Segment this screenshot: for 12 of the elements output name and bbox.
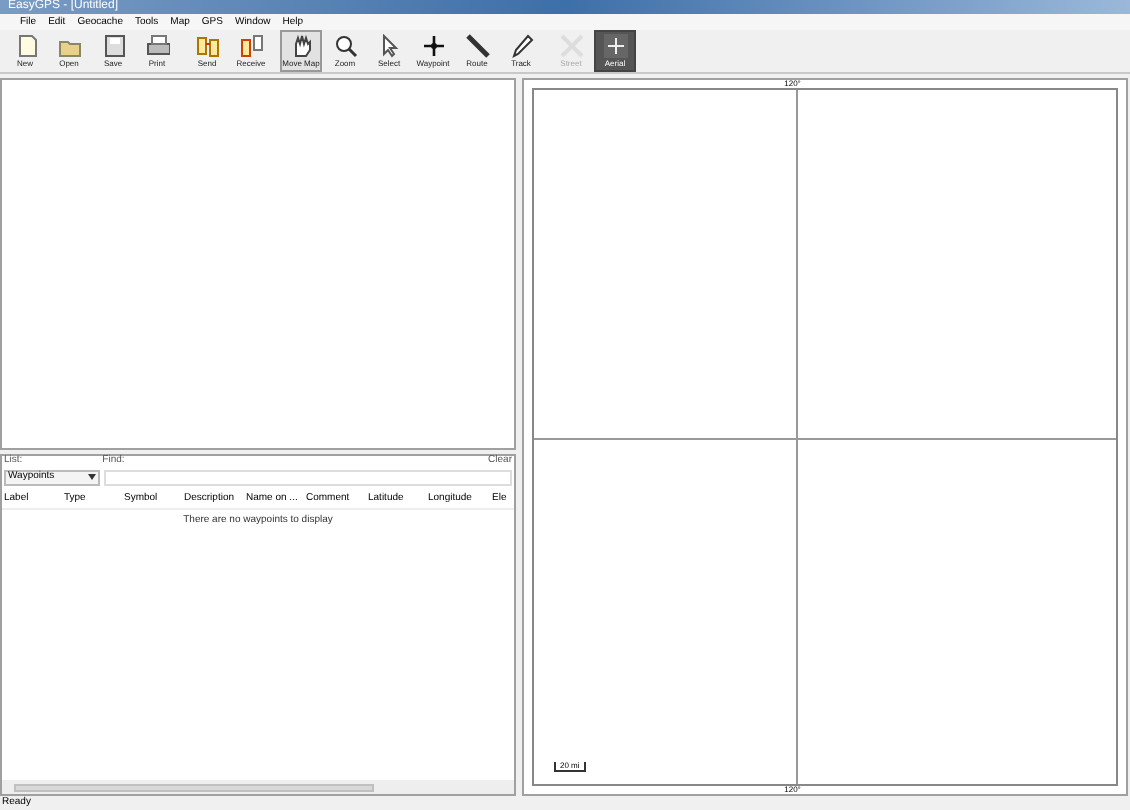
horizontal-scrollbar[interactable] (2, 780, 514, 794)
print-icon (145, 34, 169, 58)
zoom-icon (333, 34, 357, 58)
new-icon (13, 34, 37, 58)
track-icon (509, 34, 533, 58)
find-field[interactable] (104, 469, 512, 485)
waypoint-icon (421, 34, 445, 58)
select-icon (377, 34, 401, 58)
save-icon (101, 34, 125, 58)
dropdown-caret-icon (88, 474, 96, 480)
scrollbar-thumb[interactable] (14, 783, 374, 791)
hand-icon (289, 34, 313, 58)
